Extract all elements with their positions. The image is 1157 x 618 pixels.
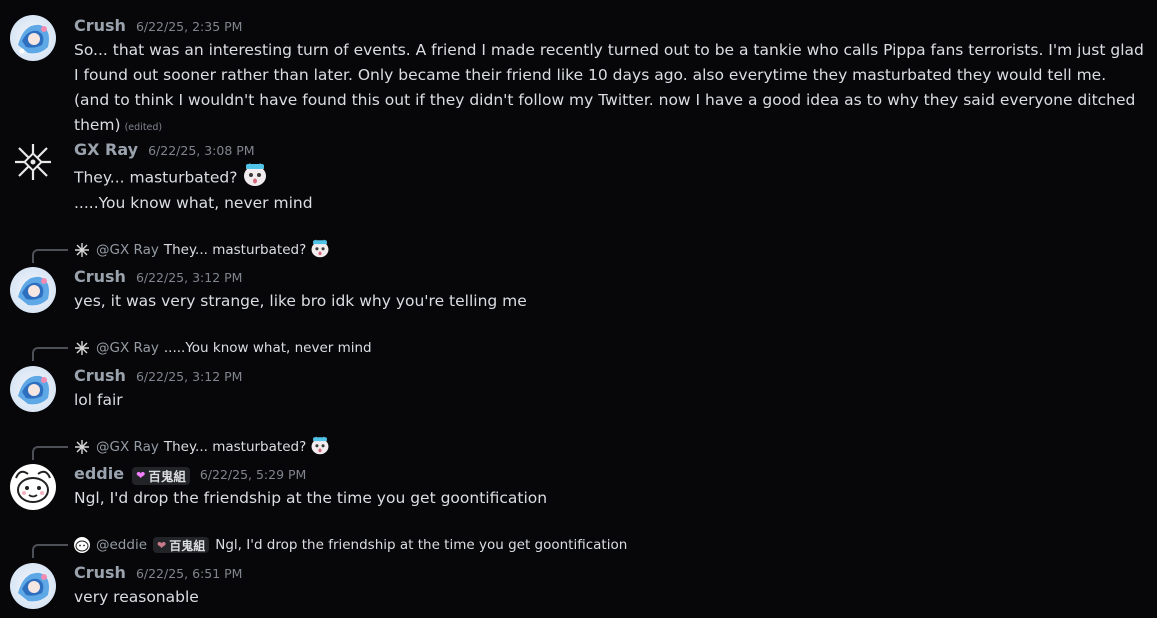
heart-icon: ❤ [157,538,167,552]
message-content: Ngl, I'd drop the friendship at the time… [74,486,547,511]
reply-text: They... masturbated? [163,242,307,258]
reply-text: Ngl, I'd drop the friendship at the time… [215,537,628,553]
message-text: They... masturbated? [74,168,238,187]
reply-connector [32,249,68,263]
message-content: lol fair [74,388,123,413]
gxray-mini-avatar-icon [74,439,90,455]
message-text: Ngl, I'd drop the friendship at the time… [74,489,548,507]
timestamp: 6/22/25, 2:35 PM [135,19,243,34]
reply-text: They... masturbated? [163,439,307,455]
message-header: Crush 6/22/25, 2:35 PM [74,16,242,35]
message-text: .....You know what, never mind [74,194,313,212]
message-header: Crush 6/22/25, 3:12 PM [74,267,242,286]
message-content: So... that was an interesting turn of ev… [74,38,1144,140]
gxray-mini-avatar-icon [74,340,90,356]
message-content-2: .....You know what, never mind [74,191,313,216]
message-header: Crush 6/22/25, 6:51 PM [74,563,242,582]
timestamp: 6/22/25, 5:29 PM [199,467,307,482]
reply-preview[interactable]: @GX Ray They... masturbated? [74,238,330,262]
username[interactable]: eddie [74,464,124,483]
reply-mention[interactable]: @GX Ray [96,340,159,356]
gxray-avatar-icon[interactable] [10,139,56,185]
username[interactable]: Crush [74,16,126,35]
server-tag-label: 百鬼組 [169,538,206,553]
message-header: GX Ray 6/22/25, 3:08 PM [74,140,255,159]
server-tag: ❤ 百鬼組 [153,537,210,553]
message-header: Crush 6/22/25, 3:12 PM [74,366,242,385]
message-content: very reasonable [74,585,199,610]
gxray-mini-avatar-icon [74,242,90,258]
crush-avatar-icon[interactable] [10,563,56,609]
username[interactable]: GX Ray [74,140,138,159]
reply-text: .....You know what, never mind [163,340,372,356]
reply-preview[interactable]: @eddie ❤ 百鬼組 Ngl, I'd drop the friendshi… [74,535,627,555]
shocked-cat-emoji-icon [310,435,330,459]
timestamp: 6/22/25, 6:51 PM [135,566,243,581]
server-tag[interactable]: ❤ 百鬼組 [132,466,190,485]
reply-connector [32,347,68,361]
reply-preview[interactable]: @GX Ray .....You know what, never mind [74,338,372,358]
message-text: So... that was an interesting turn of ev… [74,41,1144,134]
timestamp: 6/22/25, 3:12 PM [135,369,243,384]
crush-avatar-icon[interactable] [10,366,56,412]
eddie-avatar-icon[interactable] [10,464,56,510]
shocked-cat-emoji-icon [310,238,330,262]
reply-mention[interactable]: @eddie [96,537,147,553]
message-text: yes, it was very strange, like bro idk w… [74,292,527,310]
timestamp: 6/22/25, 3:12 PM [135,270,243,285]
username[interactable]: Crush [74,366,126,385]
message-header: eddie ❤ 百鬼組 6/22/25, 5:29 PM [74,464,306,485]
reply-preview[interactable]: @GX Ray They... masturbated? [74,435,330,459]
shocked-cat-emoji-icon[interactable] [242,161,268,195]
username[interactable]: Crush [74,267,126,286]
message-text: very reasonable [74,588,199,606]
server-tag-label: 百鬼組 [148,469,186,484]
message-content: They... masturbated? [74,161,268,195]
crush-avatar-icon[interactable] [10,15,56,61]
crush-avatar-icon[interactable] [10,267,56,313]
reply-mention[interactable]: @GX Ray [96,439,159,455]
reply-connector [32,446,68,460]
heart-icon: ❤ [136,469,146,482]
eddie-mini-avatar-icon [74,537,90,553]
timestamp: 6/22/25, 3:08 PM [148,143,255,158]
message-text: lol fair [74,391,123,409]
reply-connector [32,544,68,558]
username[interactable]: Crush [74,563,126,582]
message-content: yes, it was very strange, like bro idk w… [74,289,527,314]
edited-label: (edited) [124,122,163,133]
reply-mention[interactable]: @GX Ray [96,242,159,258]
